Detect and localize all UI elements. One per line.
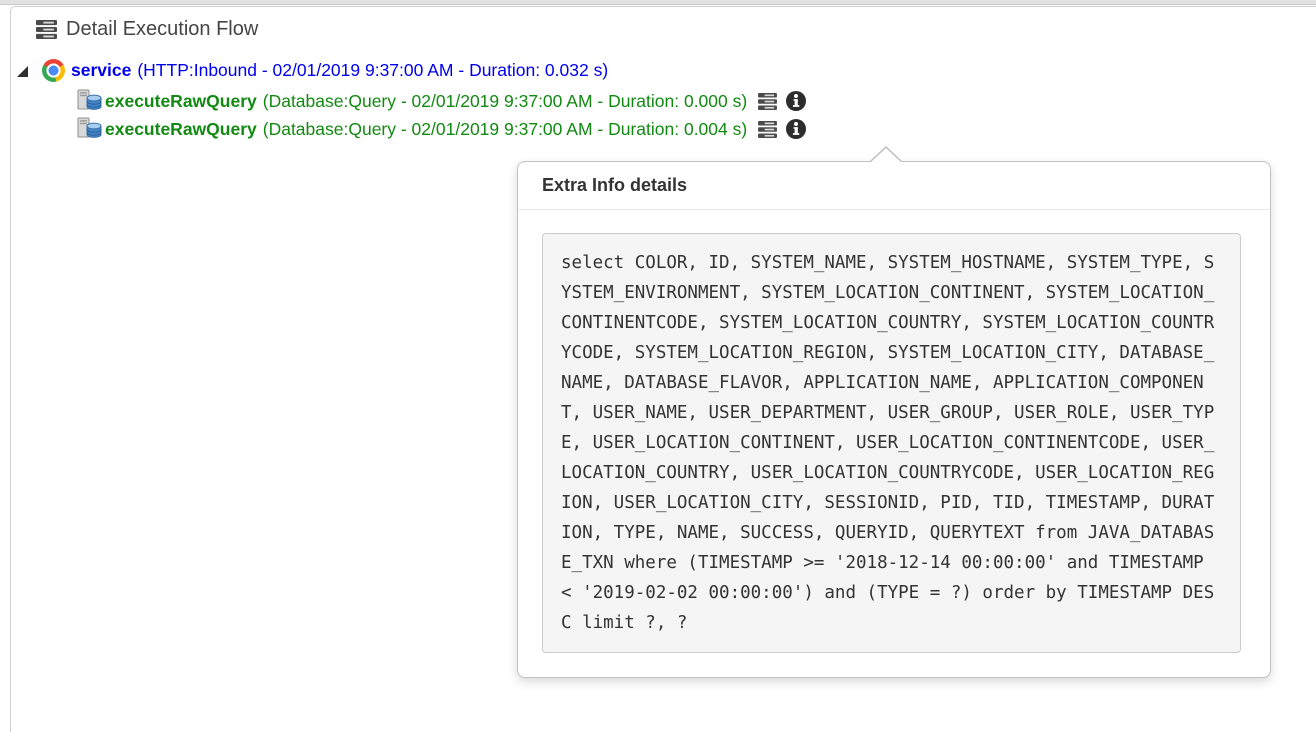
- row-details-list-icon[interactable]: [758, 121, 777, 138]
- node-detail: (HTTP:Inbound - 02/01/2019 9:37:00 AM - …: [137, 60, 608, 81]
- extra-info-popover: Extra Info details select COLOR, ID, SYS…: [517, 161, 1271, 678]
- database-server-icon: [76, 117, 102, 141]
- panel-title: Detail Execution Flow: [66, 18, 258, 41]
- sql-query-text: select COLOR, ID, SYSTEM_NAME, SYSTEM_HO…: [542, 233, 1241, 653]
- popover-body: select COLOR, ID, SYSTEM_NAME, SYSTEM_HO…: [518, 210, 1270, 677]
- tree-node-service[interactable]: service (HTTP:Inbound - 02/01/2019 9:37:…: [17, 57, 608, 83]
- expand-caret-icon[interactable]: [17, 66, 28, 77]
- row-details-list-icon[interactable]: [758, 93, 777, 110]
- panel-header: Detail Execution Flow: [36, 18, 258, 41]
- chrome-browser-icon: [42, 59, 65, 82]
- info-circle-icon[interactable]: [786, 91, 806, 111]
- top-divider-strip: [0, 0, 1316, 5]
- tree-node-query-2[interactable]: executeRawQuery (Database:Query - 02/01/…: [76, 116, 806, 142]
- node-name[interactable]: executeRawQuery: [105, 91, 257, 112]
- popover-title: Extra Info details: [518, 162, 1270, 210]
- execution-flow-list-icon: [36, 20, 57, 39]
- tree-node-query-1[interactable]: executeRawQuery (Database:Query - 02/01/…: [76, 88, 806, 114]
- node-detail: (Database:Query - 02/01/2019 9:37:00 AM …: [263, 91, 747, 112]
- info-circle-icon[interactable]: [786, 119, 806, 139]
- node-name[interactable]: executeRawQuery: [105, 119, 257, 140]
- database-server-icon: [76, 89, 102, 113]
- node-name[interactable]: service: [71, 60, 131, 81]
- node-detail: (Database:Query - 02/01/2019 9:37:00 AM …: [263, 119, 747, 140]
